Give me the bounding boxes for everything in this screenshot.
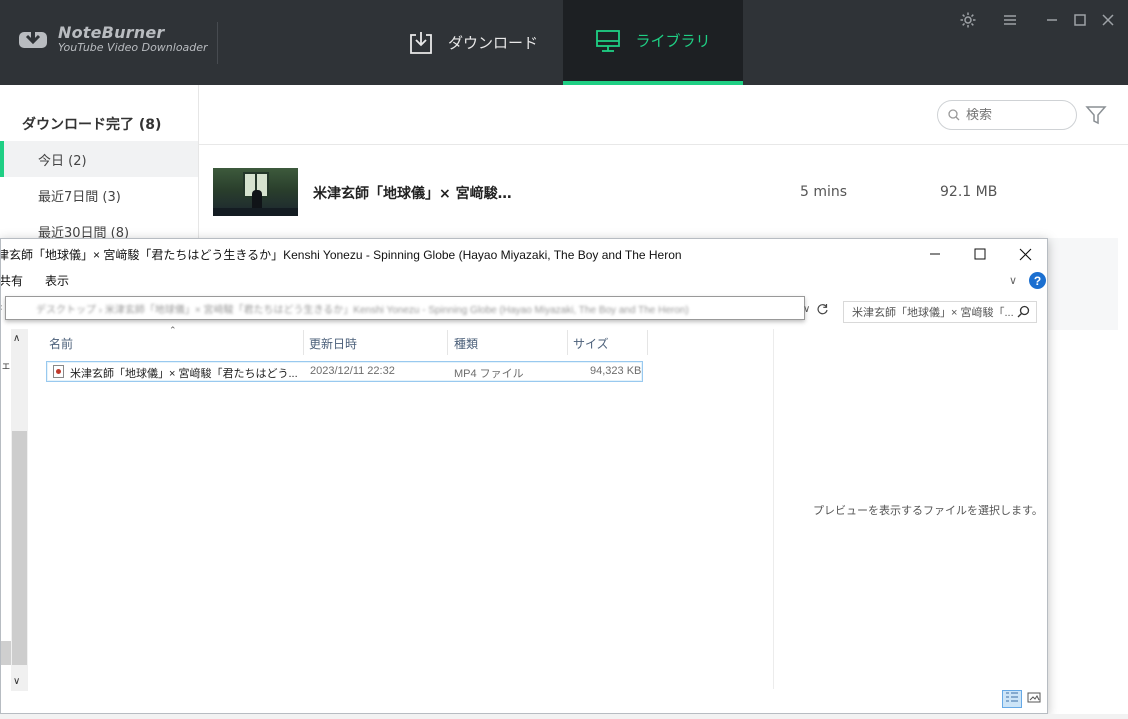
refresh-icon[interactable] — [816, 303, 829, 321]
search-icon — [1017, 305, 1030, 321]
sidebar-item-7days[interactable]: 最近7日間 (3) — [0, 177, 198, 213]
explorer-title: 津玄師「地球儀」× 宮﨑駿「君たちはどう生きるか」Kenshi Yonezu -… — [0, 248, 682, 262]
explorer-maximize-button[interactable] — [966, 243, 994, 265]
column-divider[interactable] — [567, 330, 568, 355]
logo-icon — [18, 28, 48, 50]
search-input[interactable] — [966, 107, 1066, 123]
help-icon[interactable]: ? — [1029, 272, 1046, 289]
logo: NoteBurner YouTube Video Downloader — [18, 24, 208, 54]
track-thumbnail — [213, 168, 298, 216]
logo-name: NoteBurner — [58, 23, 165, 42]
explorer-close-button[interactable] — [1011, 243, 1039, 265]
window-controls — [958, 10, 1118, 30]
column-header-date[interactable]: 更新日時 — [309, 335, 357, 352]
column-header-name[interactable]: 名前 — [49, 335, 73, 352]
explorer-window: 津玄師「地球儀」× 宮﨑駿「君たちはどう生きるか」Kenshi Yonezu -… — [0, 238, 1048, 714]
header-divider — [217, 22, 218, 64]
ribbon-tab-share[interactable]: 共有 — [1, 272, 23, 292]
preview-pane-divider[interactable] — [773, 329, 774, 689]
nav-pane-selected — [1, 641, 11, 665]
scroll-down-icon[interactable]: ∨ — [13, 676, 20, 687]
explorer-search-text: 米津玄師「地球儀」× 宮﨑駿「... — [852, 307, 1014, 319]
file-date: 2023/12/11 22:32 — [310, 365, 395, 377]
sidebar-heading: ダウンロード完了 (8) — [22, 117, 162, 133]
nav-pane-scroll-thumb[interactable] — [12, 431, 27, 665]
maximize-icon[interactable] — [1070, 10, 1090, 30]
track-row[interactable]: 米津玄師「地球儀」× 宮﨑駿… 5 mins 92.1 MB — [199, 168, 1128, 216]
thumbnail-view-icon — [1027, 690, 1041, 708]
track-duration: 5 mins — [800, 184, 848, 200]
thumbnail-view-button[interactable] — [1026, 692, 1042, 706]
bottom-strip — [0, 714, 1128, 719]
track-title: 米津玄師「地球儀」× 宮﨑駿… — [313, 186, 512, 202]
tab-download-label: ダウンロード — [447, 34, 538, 52]
download-icon — [408, 30, 434, 56]
sidebar-item-today[interactable]: 今日 (2) — [0, 141, 198, 177]
search-icon — [948, 106, 960, 125]
column-divider[interactable] — [303, 330, 304, 355]
column-header-size[interactable]: サイズ — [573, 335, 609, 352]
menu-icon[interactable] — [1000, 10, 1020, 30]
details-view-button[interactable] — [1002, 690, 1022, 708]
track-size: 92.1 MB — [940, 184, 998, 200]
filter-icon[interactable] — [1085, 104, 1107, 130]
ribbon-tab-view[interactable]: 表示 — [45, 272, 69, 292]
tab-download[interactable]: ダウンロード — [383, 0, 563, 85]
address-path: デスクトップ › 米津玄師「地球儀」× 宮﨑駿「君たちはどう生きるか」Kensh… — [36, 304, 689, 316]
settings-icon[interactable] — [958, 10, 978, 30]
address-dropdown-icon[interactable]: ∨ — [803, 304, 810, 315]
column-header-type[interactable]: 種類 — [454, 335, 478, 352]
toolbar-divider — [199, 144, 1128, 145]
explorer-minimize-button[interactable] — [921, 243, 949, 265]
minimize-icon[interactable] — [1042, 10, 1062, 30]
library-search[interactable] — [937, 100, 1077, 130]
address-bar[interactable]: デスクトップ › 米津玄師「地球儀」× 宮﨑駿「君たちはどう生きるか」Kensh… — [5, 296, 805, 320]
details-view-icon — [1005, 690, 1019, 708]
file-type: MP4 ファイル — [454, 368, 524, 380]
close-icon[interactable] — [1098, 10, 1118, 30]
column-divider[interactable] — [447, 330, 448, 355]
sort-ascending-icon: ⌃ — [169, 325, 177, 335]
preview-placeholder: プレビューを表示するファイルを選択します。 — [813, 505, 1043, 517]
file-size: 94,323 KB — [590, 365, 642, 377]
scroll-up-icon[interactable]: ∧ — [13, 333, 20, 344]
monitor-icon — [595, 28, 621, 54]
ribbon-expand-icon[interactable]: ∨ — [1009, 274, 1017, 287]
column-divider[interactable] — [647, 330, 648, 355]
explorer-ribbon: 共有 表示 — [1, 272, 69, 292]
file-name: 米津玄師「地球儀」× 宮﨑駿「君たちはどう... — [70, 368, 298, 380]
address-back-icon[interactable]: ‹ — [1, 302, 2, 313]
tab-library-label: ライブラリ — [635, 32, 711, 50]
tab-library[interactable]: ライブラリ — [563, 0, 743, 85]
mp4-file-icon — [53, 365, 64, 378]
file-row[interactable]: 米津玄師「地球儀」× 宮﨑駿「君たちはどう... 2023/12/11 22:3… — [46, 361, 643, 382]
logo-subtitle: YouTube Video Downloader — [58, 40, 208, 54]
explorer-search-box[interactable]: 米津玄師「地球儀」× 宮﨑駿「... — [843, 301, 1037, 323]
app-header: NoteBurner YouTube Video Downloader ダウンロ… — [0, 0, 1128, 85]
